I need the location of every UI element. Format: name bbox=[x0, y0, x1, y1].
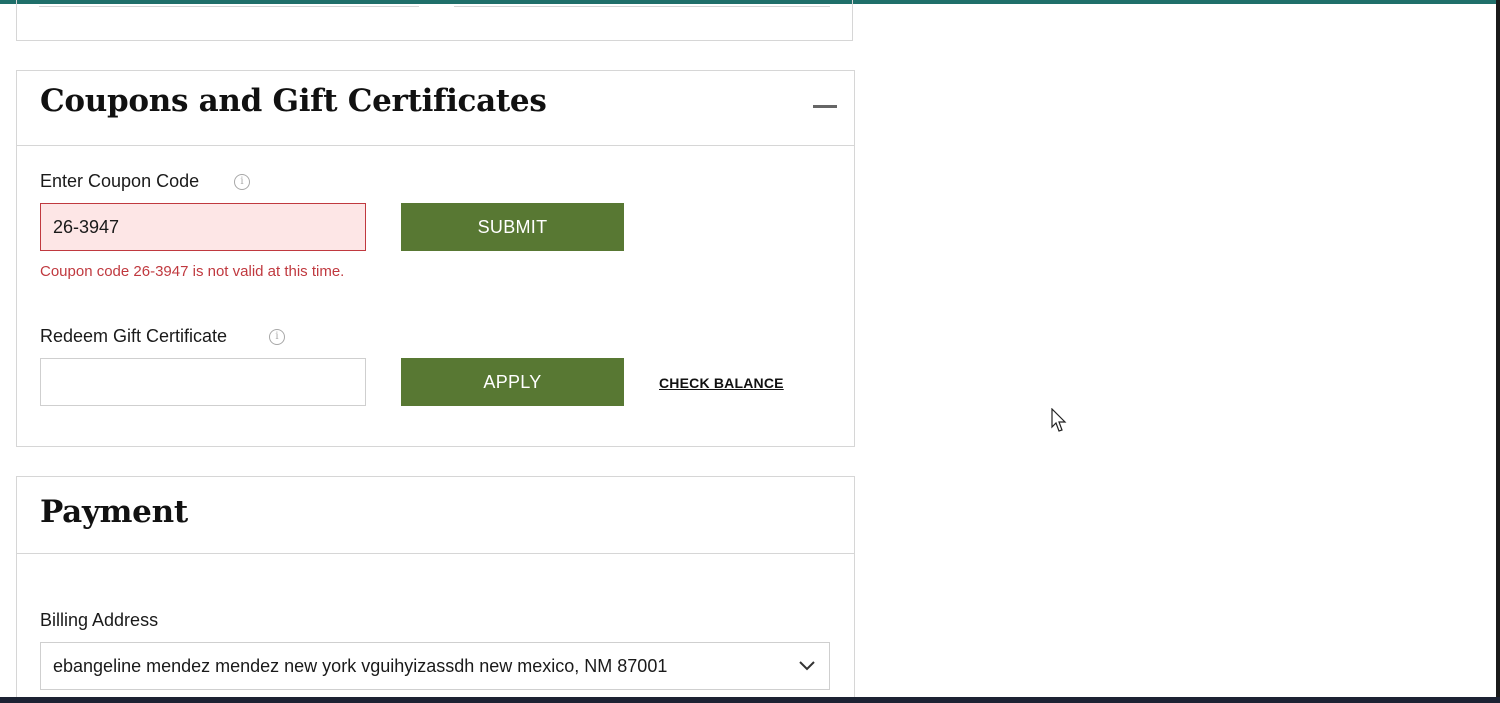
submit-coupon-button[interactable]: SUBMIT bbox=[401, 203, 624, 251]
payment-card: Payment Billing Address ebangeline mende… bbox=[16, 476, 855, 703]
apply-gift-button[interactable]: APPLY bbox=[401, 358, 624, 406]
mouse-pointer-icon bbox=[1051, 408, 1067, 432]
billing-address-label: Billing Address bbox=[40, 610, 159, 630]
check-balance-link[interactable]: CHECK BALANCE bbox=[659, 375, 784, 391]
gift-certificate-input[interactable] bbox=[40, 358, 366, 406]
coupons-title: Coupons and Gift Certificates bbox=[40, 83, 547, 119]
coupons-card: Coupons and Gift Certificates Enter Coup… bbox=[16, 70, 855, 447]
previous-section-card bbox=[16, 0, 853, 41]
coupon-info-icon[interactable]: i bbox=[234, 174, 250, 190]
coupon-code-input[interactable] bbox=[40, 203, 366, 251]
billing-address-value: ebangeline mendez mendez new york vguihy… bbox=[53, 656, 668, 676]
window-right-edge bbox=[1496, 0, 1500, 703]
previous-field-left bbox=[39, 0, 419, 7]
billing-address-select[interactable]: ebangeline mendez mendez new york vguihy… bbox=[40, 642, 830, 690]
previous-field-right bbox=[454, 0, 830, 7]
chevron-down-icon bbox=[799, 661, 815, 671]
coupon-error-message: Coupon code 26-3947 is not valid at this… bbox=[40, 263, 345, 280]
gift-certificate-label: Redeem Gift Certificate bbox=[40, 326, 228, 346]
gift-info-icon[interactable]: i bbox=[269, 329, 285, 345]
collapse-minus-icon[interactable] bbox=[813, 105, 837, 108]
payment-card-header: Payment bbox=[17, 477, 854, 554]
payment-title: Payment bbox=[40, 494, 188, 530]
coupon-code-label: Enter Coupon Code bbox=[40, 171, 200, 191]
coupons-card-header: Coupons and Gift Certificates bbox=[17, 71, 854, 146]
window-bottom-edge bbox=[0, 697, 1500, 703]
